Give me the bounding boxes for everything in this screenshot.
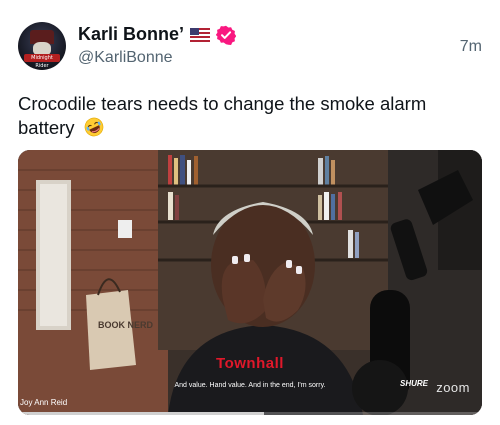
avatar-text: Midnight Rider: [31, 55, 53, 69]
speaker-name-label: Joy Ann Reid: [20, 398, 68, 407]
video-watermark: Townhall: [216, 355, 284, 372]
tweet-card[interactable]: Midnight Rider Karli Bonne’ @KarliBonne …: [0, 0, 500, 425]
verified-badge-icon: [216, 25, 237, 45]
author-name-row: Karli Bonne’: [78, 24, 237, 45]
zoom-logo: zoom: [436, 380, 470, 395]
tweet-timestamp[interactable]: 7m: [460, 38, 482, 56]
tweet-text: Crocodile tears needs to change the smok…: [18, 92, 480, 140]
author-avatar[interactable]: Midnight Rider: [18, 22, 66, 70]
us-flag-icon: [190, 27, 211, 42]
sign-text: BOOK NERD: [98, 320, 154, 330]
tweet-text-body: Crocodile tears needs to change the smok…: [18, 93, 427, 138]
rolling-on-floor-laughing-emoji: [84, 117, 104, 137]
video-progress-bar[interactable]: [18, 412, 482, 415]
author-handle[interactable]: @KarliBonne: [78, 49, 173, 67]
video-progress-fill: [18, 412, 264, 415]
video-frame: BOOK NERD: [18, 150, 482, 415]
author-display-name[interactable]: Karli Bonne’: [78, 24, 184, 45]
tweet-video[interactable]: BOOK NERD Townhall And value. Hand value…: [18, 150, 482, 415]
mic-brand-label: SHURE: [399, 379, 428, 388]
